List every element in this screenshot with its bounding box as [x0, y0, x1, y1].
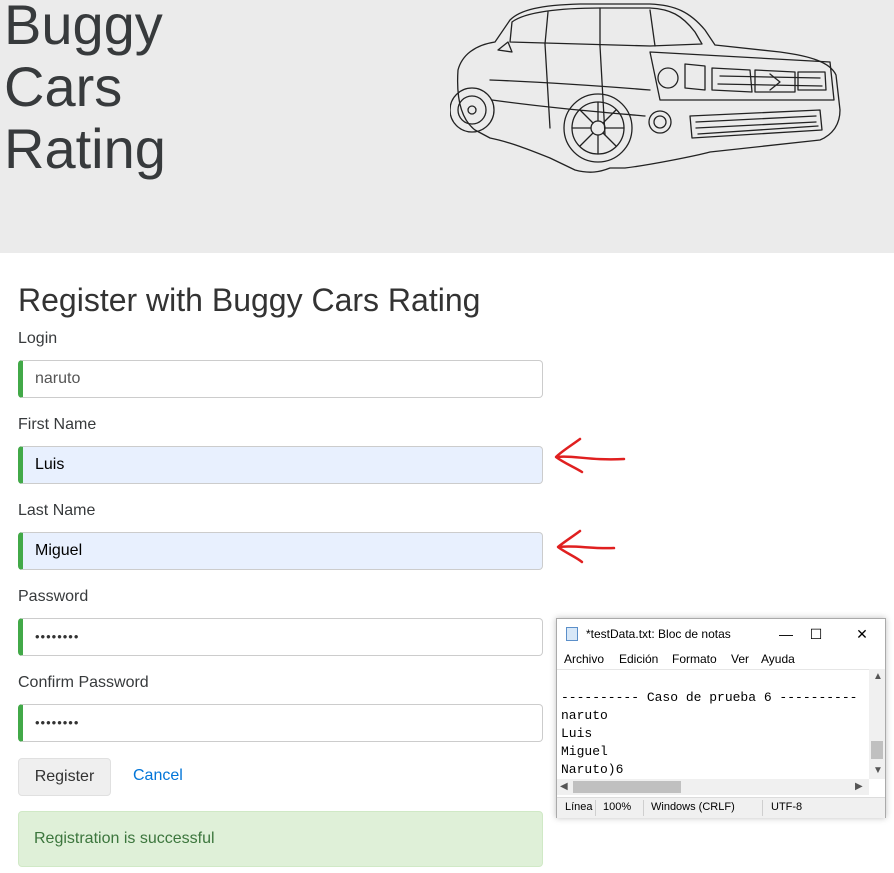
close-icon[interactable]: ✕	[847, 623, 877, 645]
scroll-left-icon[interactable]: ◀	[560, 781, 568, 792]
menu-ayuda[interactable]: Ayuda	[761, 652, 795, 666]
menu-archivo[interactable]: Archivo	[564, 652, 604, 666]
login-label: Login	[18, 330, 58, 347]
status-zoom: 100%	[603, 801, 632, 813]
status-divider	[643, 800, 644, 816]
annotation-arrow-icon	[554, 437, 626, 474]
last-name-label: Last Name	[18, 502, 96, 519]
menu-ver[interactable]: Ver	[731, 652, 749, 666]
text-line: ---------- Caso de prueba 6 ----------	[561, 690, 858, 705]
first-name-input[interactable]: Luis	[18, 446, 543, 484]
confirm-password-input[interactable]: ••••••••	[18, 704, 543, 742]
text-line: naruto	[561, 708, 608, 723]
brand-title[interactable]: Buggy Cars Rating	[4, 0, 166, 180]
scroll-right-icon[interactable]: ▶	[855, 781, 863, 792]
menu-formato[interactable]: Formato	[672, 652, 717, 666]
menu-edicion[interactable]: Edición	[619, 652, 658, 666]
notepad-title: *testData.txt: Bloc de notas	[586, 627, 731, 641]
notepad-menubar: Archivo Edición Formato Ver Ayuda	[557, 649, 885, 669]
status-position: Línea	[565, 801, 593, 813]
text-line: Luis	[561, 726, 593, 741]
notepad-titlebar[interactable]: *testData.txt: Bloc de notas — ☐ ✕	[557, 619, 885, 649]
car-illustration	[450, 3, 841, 173]
maximize-icon[interactable]: ☐	[801, 623, 831, 645]
notepad-text-area[interactable]: ---------- Caso de prueba 6 ---------- n…	[557, 669, 869, 780]
minimize-icon[interactable]: —	[771, 623, 801, 645]
confirm-password-label: Confirm Password	[18, 674, 149, 691]
cancel-link[interactable]: Cancel	[133, 767, 183, 785]
success-alert: Registration is successful	[18, 811, 543, 867]
password-input[interactable]: ••••••••	[18, 618, 543, 656]
notepad-statusbar: Línea 100% Windows (CRLF) UTF-8	[557, 797, 885, 818]
vertical-scroll-thumb[interactable]	[871, 741, 883, 759]
horizontal-scroll-thumb[interactable]	[573, 781, 681, 793]
status-divider	[762, 800, 763, 816]
register-button[interactable]: Register	[18, 758, 111, 796]
notepad-icon	[566, 627, 578, 641]
scroll-up-icon[interactable]: ▲	[873, 671, 883, 682]
status-line-ending: Windows (CRLF)	[651, 801, 735, 813]
scroll-down-icon[interactable]: ▼	[873, 765, 883, 776]
annotation-arrow-icon	[556, 529, 616, 564]
site-header: Buggy Cars Rating	[0, 0, 894, 253]
first-name-label: First Name	[18, 416, 97, 433]
text-line: Miguel	[561, 744, 608, 759]
vertical-scrollbar[interactable]: ▲ ▼	[869, 669, 885, 779]
login-input[interactable]: naruto	[18, 360, 543, 398]
notepad-window[interactable]: *testData.txt: Bloc de notas — ☐ ✕ Archi…	[556, 618, 886, 818]
status-divider	[595, 800, 596, 816]
text-line: Naruto)6	[561, 762, 624, 777]
password-label: Password	[18, 588, 89, 605]
horizontal-scrollbar[interactable]: ◀ ▶	[557, 779, 869, 795]
last-name-input[interactable]: Miguel	[18, 532, 543, 570]
page-title: Register with Buggy Cars Rating	[18, 282, 481, 318]
status-encoding: UTF-8	[771, 801, 803, 813]
